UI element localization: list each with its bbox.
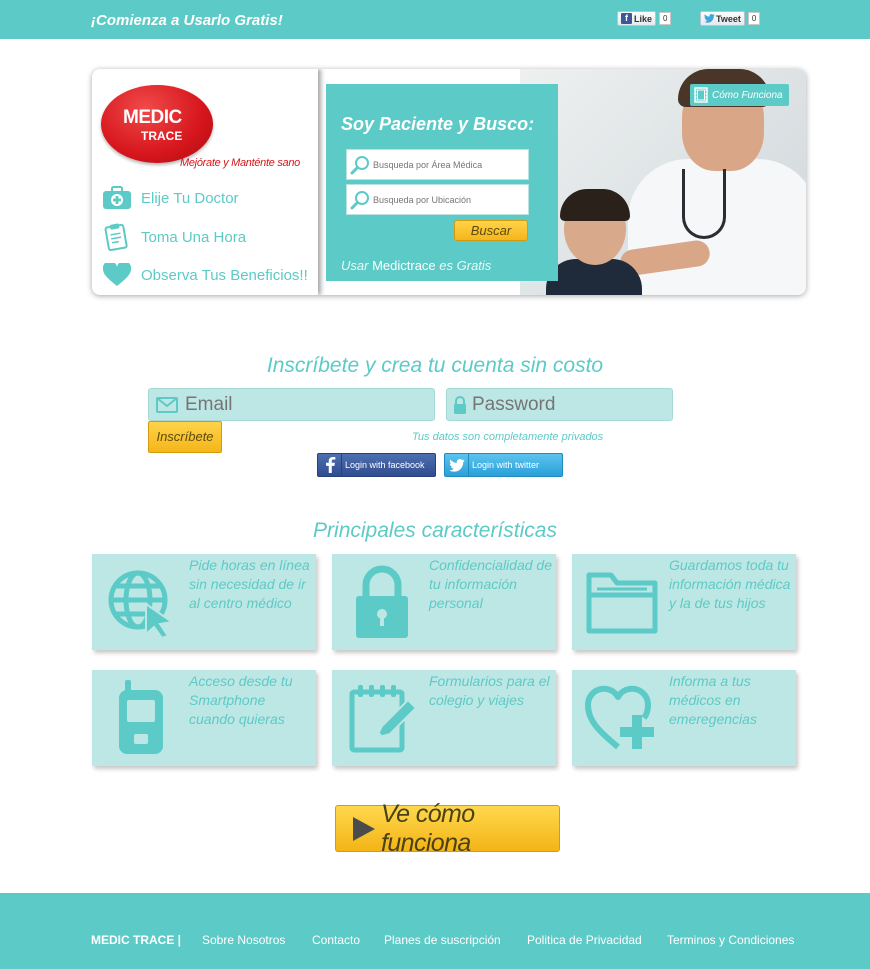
hero-feature-beneficios[interactable]: Observa Tus Beneficios!! [102, 262, 308, 288]
footer-link-terminos[interactable]: Terminos y Condiciones [667, 933, 794, 947]
padlock-small-icon [447, 395, 472, 415]
footer-brand: MEDIC TRACE | [91, 933, 182, 947]
features-heading: Principales características [313, 519, 557, 542]
ve-como-funciona-button[interactable]: Ve cómo funciona [335, 800, 560, 857]
photo-stethoscope [682, 169, 726, 239]
feature-card-smartphone: Acceso desde tu Smartphone cuando quiera… [92, 670, 316, 766]
clipboard-icon [102, 223, 132, 251]
facebook-icon: f [621, 13, 632, 24]
twitter-bird-icon [445, 453, 469, 477]
medictrace-logo[interactable]: MEDIC TRACE [101, 85, 213, 163]
heart-icon [102, 262, 132, 288]
facebook-like-button[interactable]: f Like [617, 11, 657, 26]
film-icon [694, 87, 708, 103]
email-field[interactable] [148, 388, 435, 421]
brand-panel: MEDIC TRACE Mejórate y Manténte sano Eli… [92, 69, 318, 295]
password-field[interactable] [446, 388, 673, 421]
search-location-input[interactable] [373, 194, 523, 205]
top-bar: ¡Comienza a Usarlo Gratis! f Like 0 Twee… [0, 0, 870, 39]
feature-card-emergencias: Informa a tus médicos en emeregencias [572, 670, 796, 766]
twitter-login-label: Login with twitter [472, 460, 540, 470]
heart-plus-icon [584, 680, 660, 756]
like-count: 0 [659, 12, 672, 25]
search-location-field[interactable] [346, 184, 529, 215]
cellphone-icon [104, 680, 180, 756]
play-icon [353, 816, 375, 841]
facebook-login-button[interactable]: Login with facebook [317, 453, 436, 477]
facebook-icon [318, 453, 342, 477]
feature-card-confidencialidad: Confidencialidad de tu información perso… [332, 554, 556, 650]
feature-card-pide-horas: Pide horas en línea sin necesidad de ir … [92, 554, 316, 650]
footer-link-sobre-nosotros[interactable]: Sobre Nosotros [202, 933, 285, 947]
feature-card-text: Formularios para el colegio y viajes [429, 673, 550, 708]
hero-feature-label: Toma Una Hora [141, 228, 247, 246]
inscribete-button[interactable]: Inscríbete [148, 421, 222, 453]
footer-link-privacidad[interactable]: Politica de Privacidad [527, 933, 642, 947]
feature-card-text: Acceso desde tu Smartphone cuando quiera… [189, 673, 293, 727]
hero-feature-elije-doctor[interactable]: Elije Tu Doctor [102, 185, 239, 211]
email-input[interactable] [185, 393, 385, 416]
hero-feature-label: Observa Tus Beneficios!! [141, 266, 308, 284]
feature-card-text: Pide horas en línea sin necesidad de ir … [189, 557, 310, 611]
como-funciona-button[interactable]: Cómo Funciona [690, 84, 789, 106]
medical-kit-icon [102, 185, 132, 211]
signup-heading: Inscríbete y crea tu cuenta sin costo [266, 354, 604, 377]
search-icon [347, 184, 373, 215]
footer-link-planes[interactable]: Planes de suscripción [384, 933, 501, 947]
usar-gratis-text: Usar Medictrace es Gratis [341, 258, 491, 273]
feature-card-formularios: Formularios para el colegio y viajes [332, 670, 556, 766]
twitter-bird-icon [704, 13, 715, 24]
padlock-icon [344, 564, 420, 640]
ve-como-funciona-label: Ve cómo funciona [381, 799, 475, 857]
buscar-button[interactable]: Buscar [454, 220, 528, 241]
twitter-login-button[interactable]: Login with twitter [444, 453, 563, 477]
como-funciona-label: Cómo Funciona [712, 89, 783, 101]
facebook-like-widget[interactable]: f Like 0 [617, 11, 672, 26]
envelope-icon [149, 396, 185, 413]
globe-cursor-icon [104, 564, 180, 640]
feature-card-text: Guardamos toda tu información médica y l… [669, 557, 791, 611]
password-input[interactable] [472, 393, 672, 416]
feature-card-guardamos: Guardamos toda tu información médica y l… [572, 554, 796, 650]
search-icon [347, 149, 373, 180]
hero-banner: Cómo Funciona MEDIC TRACE Mejórate y Man… [92, 69, 806, 295]
logo-line2: TRACE [141, 129, 183, 143]
search-title: Soy Paciente y Busco: [341, 114, 535, 134]
top-slogan: ¡Comienza a Usarlo Gratis! [91, 12, 283, 29]
photo-child-hair [560, 189, 630, 221]
hero-feature-toma-hora[interactable]: Toma Una Hora [102, 223, 247, 251]
usar-suffix: es Gratis [439, 258, 492, 273]
usar-brand: Medictrace [372, 258, 436, 273]
feature-card-text: Informa a tus médicos en emeregencias [669, 673, 757, 727]
folder-icon [584, 564, 660, 640]
footer-link-contacto[interactable]: Contacto [312, 933, 360, 947]
tweet-label: Tweet [716, 13, 741, 24]
search-area-input[interactable] [373, 159, 523, 170]
feature-card-text: Confidencialidad de tu información perso… [429, 557, 552, 611]
notepad-pencil-icon [344, 680, 420, 756]
footer: MEDIC TRACE | Sobre Nosotros Contacto Pl… [0, 893, 870, 969]
tweet-button[interactable]: Tweet [700, 11, 745, 26]
usar-prefix: Usar [341, 258, 369, 273]
patient-search-panel: Soy Paciente y Busco: Buscar Usar Medict… [326, 84, 558, 281]
brand-tagline: Mejórate y Manténte sano [180, 157, 300, 169]
privacy-note: Tus datos son completamente privados [412, 431, 604, 443]
tweet-count: 0 [747, 12, 761, 25]
logo-line1: MEDIC [123, 107, 182, 128]
search-area-field[interactable] [346, 149, 529, 180]
tweet-widget[interactable]: Tweet 0 [700, 11, 761, 26]
hero-feature-label: Elije Tu Doctor [141, 189, 239, 207]
facebook-login-label: Login with facebook [345, 460, 425, 470]
like-label: Like [634, 13, 653, 24]
